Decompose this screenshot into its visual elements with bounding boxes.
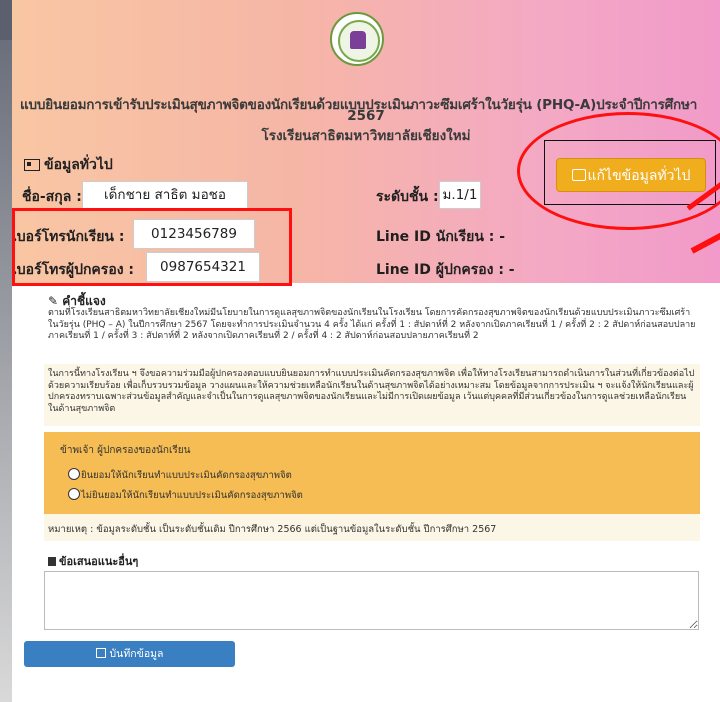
school-logo-icon (330, 12, 384, 66)
student-line-id: Line ID นักเรียน : - (376, 229, 506, 245)
consent-disagree-option[interactable]: ไม่ยินยอมให้นักเรียนทำแบบประเมินคัดกรองส… (68, 488, 303, 503)
instructions-paragraph-2: ในการนี้ทางโรงเรียน ฯ จึงขอความร่วมมือผู… (48, 369, 695, 414)
parent-line-id: Line ID ผู้ปกครอง : - (376, 262, 515, 278)
consent-agree-option[interactable]: ยินยอมให้นักเรียนทำแบบประเมินคัดกรองสุขภ… (68, 468, 292, 483)
suggestions-textarea[interactable] (44, 571, 699, 630)
grade-label: ระดับชั้น : (376, 189, 439, 205)
radio-agree[interactable] (68, 468, 80, 480)
grade-value: ม.1/1 (439, 181, 481, 209)
save-icon (95, 648, 106, 658)
save-button[interactable]: บันทึกข้อมูล (24, 641, 235, 667)
general-info-heading: ข้อมูลทั่วไป (24, 154, 113, 176)
consent-title: ข้าพเจ้า ผู้ปกครองของนักเรียน (60, 445, 191, 456)
consent-form-card: แบบยินยอมการเข้ารับประเมินสุขภาพจิตของนั… (12, 0, 720, 702)
suggestions-heading: ข้อเสนอแนะอื่นๆ (48, 552, 138, 570)
note-icon (48, 557, 56, 566)
name-value: เด็กชาย สาธิต มอชอ (82, 181, 248, 209)
radio-disagree[interactable] (68, 488, 80, 500)
id-card-icon (24, 159, 40, 171)
pen-icon: ✎ (48, 294, 63, 308)
red-highlight-box (12, 208, 292, 286)
instructions-paragraph-1: ตามที่โรงเรียนสาธิตมหาวิทยาลัยเชียงใหม่ม… (48, 308, 696, 341)
note-text: หมายเหตุ : ข้อมูลระดับชั้น เป็นระดับชั้น… (48, 524, 497, 535)
name-label: ชื่อ-สกุล : (22, 189, 82, 205)
background-window-edge (0, 40, 12, 702)
